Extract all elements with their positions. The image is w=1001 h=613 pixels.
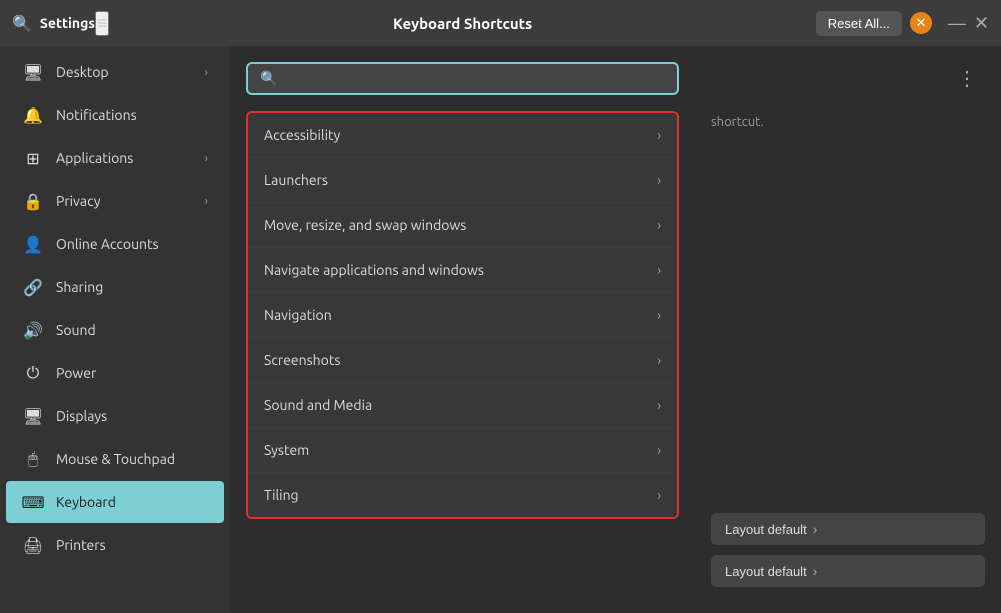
sidebar-item-applications[interactable]: ⊞ Applications› [6,137,224,179]
shortcut-item[interactable]: Move, resize, and swap windows› [248,203,677,248]
shortcut-item-label: Navigation [264,307,657,323]
applications-icon: ⊞ [22,147,44,169]
titlebar: 🔍 Settings ≡ Keyboard Shortcuts Reset Al… [0,0,1001,46]
sidebar-item-online-accounts[interactable]: 👤 Online Accounts [6,223,224,265]
shortcut-item-label: Tiling [264,487,657,503]
displays-icon: 🖥 [22,405,44,427]
chevron-right-icon: › [813,521,818,537]
sidebar-item-privacy[interactable]: 🔒 Privacy› [6,180,224,222]
shortcut-item[interactable]: Screenshots› [248,338,677,383]
sidebar-item-sharing[interactable]: 🔗 Sharing [6,266,224,308]
sidebar: 🖥Desktop›🔔Notifications⊞Applications›🔒Pr… [0,46,230,613]
power-icon: ⏻ [22,362,44,384]
window-close-button[interactable]: ✕ [974,13,989,34]
shortcut-item-label: Sound and Media [264,397,657,413]
chevron-right-icon: › [657,352,661,368]
sidebar-label-sound: Sound [56,322,208,338]
window-minimize-button[interactable]: — [948,13,966,34]
sidebar-item-desktop[interactable]: 🖥 Desktop› [6,51,224,93]
main-layout: 🖥Desktop›🔔Notifications⊞Applications›🔒Pr… [0,46,1001,613]
sidebar-label-privacy: Privacy [56,193,205,209]
sidebar-item-sound[interactable]: 🔊 Sound [6,309,224,351]
close-orange-button[interactable]: ✕ [910,12,932,34]
shortcut-item[interactable]: Navigation› [248,293,677,338]
chevron-right-icon: › [813,563,818,579]
sidebar-item-notifications[interactable]: 🔔 Notifications [6,94,224,136]
chevron-right-icon: › [657,262,661,278]
mouse-touchpad-icon: 🖱 [22,448,44,470]
titlebar-title: Keyboard Shortcuts [109,15,815,32]
sidebar-label-printers: Printers [56,537,208,553]
chevron-right-icon: › [205,66,208,79]
sidebar-label-keyboard: Keyboard [56,494,208,510]
shortcut-item[interactable]: Tiling› [248,473,677,517]
search-icon: 🔍 [12,14,32,33]
reset-all-button[interactable]: Reset All... [816,11,902,36]
sidebar-item-mouse-touchpad[interactable]: 🖱 Mouse & Touchpad [6,438,224,480]
layout-btn-label: Layout default [725,564,807,579]
chevron-right-icon: › [205,195,208,208]
layout-rows-container: Layout default › Layout default › [711,513,985,597]
sidebar-label-power: Power [56,365,208,381]
right-panel: ⋮ shortcut. Layout default›Layout defaul… [695,46,1001,613]
sound-icon: 🔊 [22,319,44,341]
online-accounts-icon: 👤 [22,233,44,255]
shortcut-item[interactable]: Accessibility› [248,113,677,158]
shortcut-item[interactable]: Sound and Media› [248,383,677,428]
shortcut-item-label: Accessibility [264,127,657,143]
layout-default-button[interactable]: Layout default › [711,555,985,587]
sidebar-label-mouse-touchpad: Mouse & Touchpad [56,451,208,467]
shortcut-list: Accessibility›Launchers›Move, resize, an… [246,111,679,519]
chevron-right-icon: › [657,172,661,188]
search-bar: 🔍 [246,62,679,95]
printers-icon: 🖨 [22,534,44,556]
shortcut-item[interactable]: Launchers› [248,158,677,203]
sidebar-item-power[interactable]: ⏻ Power [6,352,224,394]
hamburger-button[interactable]: ≡ [95,11,110,36]
shortcut-item-label: Screenshots [264,352,657,368]
desktop-icon: 🖥 [22,61,44,83]
chevron-right-icon: › [657,127,661,143]
layout-default-button[interactable]: Layout default › [711,513,985,545]
more-options-button[interactable]: ⋮ [949,62,985,95]
sharing-icon: 🔗 [22,276,44,298]
sidebar-label-notifications: Notifications [56,107,208,123]
privacy-icon: 🔒 [22,190,44,212]
shortcut-item-label: Launchers [264,172,657,188]
content-area: 🔍 Accessibility›Launchers›Move, resize, … [230,46,1001,613]
chevron-right-icon: › [205,152,208,165]
app-name: Settings [40,15,95,31]
sidebar-item-printers[interactable]: 🖨 Printers [6,524,224,566]
layout-btn-label: Layout default [725,522,807,537]
sidebar-label-online-accounts: Online Accounts [56,236,208,252]
shortcut-placeholder-text: shortcut. [711,115,985,129]
chevron-right-icon: › [657,397,661,413]
chevron-right-icon: › [657,217,661,233]
sidebar-label-sharing: Sharing [56,279,208,295]
chevron-right-icon: › [657,442,661,458]
sidebar-item-displays[interactable]: 🖥 Displays [6,395,224,437]
sidebar-label-displays: Displays [56,408,208,424]
keyboard-icon: ⌨ [22,491,44,513]
shortcuts-panel: 🔍 Accessibility›Launchers›Move, resize, … [230,46,695,613]
shortcut-item-label: System [264,442,657,458]
sidebar-label-desktop: Desktop [56,64,205,80]
chevron-right-icon: › [657,487,661,503]
search-input[interactable] [285,71,665,87]
shortcut-item-label: Move, resize, and swap windows [264,217,657,233]
sidebar-label-applications: Applications [56,150,205,166]
shortcut-item-label: Navigate applications and windows [264,262,657,278]
search-bar-icon: 🔍 [260,70,277,87]
chevron-right-icon: › [657,307,661,323]
shortcut-item[interactable]: System› [248,428,677,473]
sidebar-item-keyboard[interactable]: ⌨ Keyboard [6,481,224,523]
shortcut-item[interactable]: Navigate applications and windows› [248,248,677,293]
notifications-icon: 🔔 [22,104,44,126]
